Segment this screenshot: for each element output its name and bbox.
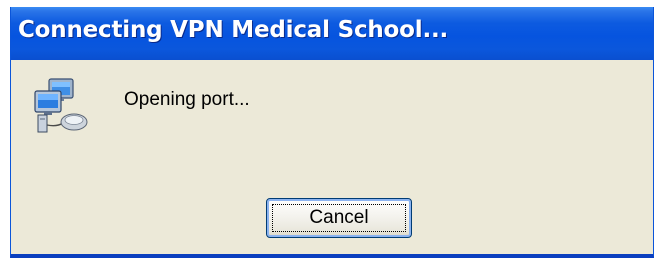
cancel-button-label: Cancel bbox=[309, 207, 369, 228]
status-message: Opening port... bbox=[124, 89, 250, 110]
title-bar[interactable]: Connecting VPN Medical School... bbox=[11, 7, 653, 60]
window-title: Connecting VPN Medical School... bbox=[18, 17, 449, 43]
network-computers-icon bbox=[34, 78, 88, 133]
dialog-body: Opening port... Cancel bbox=[11, 60, 653, 254]
vpn-connection-dialog: Connecting VPN Medical School... Opening… bbox=[10, 7, 654, 258]
cancel-button[interactable]: Cancel bbox=[266, 198, 412, 238]
